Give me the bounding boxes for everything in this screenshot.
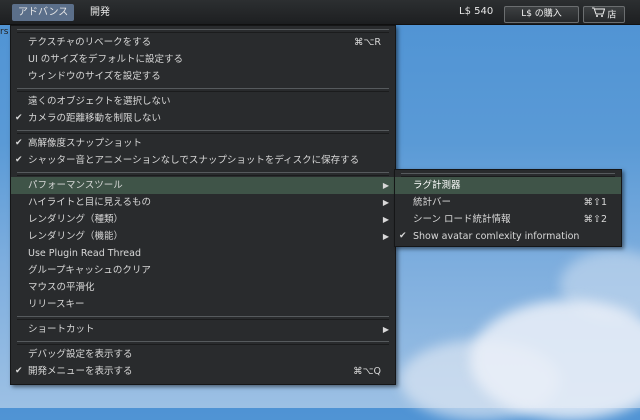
submenu-item-statistics-bar[interactable]: 統計バー ⌘⇧1 (395, 194, 621, 211)
shop-label: 店 (607, 10, 617, 21)
menu-item-quiet-snapshot[interactable]: ✔ シャッター音とアニメーションなしでスナップショットをディスクに保存する (11, 152, 395, 169)
menu-item-no-select-far[interactable]: 遠くのオブジェクトを選択しない (11, 93, 395, 110)
menu-separator (17, 29, 389, 33)
menu-item-window-size[interactable]: ウィンドウのサイズを設定する (11, 68, 395, 85)
menu-item-shortcuts[interactable]: ショートカット ▶ (11, 321, 395, 338)
menu-item-label: ショートカット (28, 324, 95, 335)
background-text-fragment: rs (0, 27, 9, 37)
menu-item-label: パフォーマンスツール (28, 180, 123, 191)
menu-item-hires-snapshot[interactable]: ✔ 高解像度スナップショット (11, 135, 395, 152)
menu-separator (17, 341, 389, 345)
advanced-menu: テクスチャのリベークをする ⌘⌥R UI のサイズをデフォルトに設定する ウィン… (10, 25, 396, 385)
menu-item-label: 統計バー (413, 197, 452, 208)
menu-item-ui-size-default[interactable]: UI のサイズをデフォルトに設定する (11, 51, 395, 68)
menu-item-show-debug-settings[interactable]: デバッグ設定を表示する (11, 346, 395, 363)
submenu-item-scene-load-stats[interactable]: シーン ロード統計情報 ⌘⇧2 (395, 211, 621, 228)
menu-item-label: 開発メニューを表示する (28, 366, 133, 377)
menu-item-release-keys[interactable]: リリースキー (11, 296, 395, 313)
menu-item-label: UI のサイズをデフォルトに設定する (28, 54, 183, 65)
menu-item-label: Show avatar comlexity information (413, 231, 580, 242)
menu-item-rendering-features[interactable]: レンダリング（機能） ▶ (11, 228, 395, 245)
menu-item-label: カメラの距離移動を制限しない (28, 113, 162, 124)
menu-item-label: デバッグ設定を表示する (28, 349, 133, 360)
menu-item-label: ウィンドウのサイズを設定する (28, 71, 161, 82)
menu-item-label: レンダリング（機能） (28, 231, 124, 242)
shopping-cart-icon (591, 7, 605, 23)
menu-item-clear-group-cache[interactable]: グループキャッシュのクリア (11, 262, 395, 279)
menu-item-label: マウスの平滑化 (28, 282, 95, 293)
menu-item-camera-unlimited[interactable]: ✔ カメラの距離移動を制限しない (11, 110, 395, 127)
menu-separator (17, 316, 389, 320)
menu-item-label: レンダリング（種類） (28, 214, 124, 225)
menu-item-label: シャッター音とアニメーションなしでスナップショットをディスクに保存する (28, 155, 360, 166)
buy-currency-button[interactable]: L$ の購入 (504, 6, 579, 23)
menu-separator (17, 88, 389, 92)
menu-item-plugin-read-thread[interactable]: Use Plugin Read Thread (11, 245, 395, 262)
menu-separator (17, 172, 389, 176)
checkmark-icon: ✔ (399, 231, 407, 241)
submenu-arrow-icon: ▶ (382, 325, 389, 334)
menu-item-label: Use Plugin Read Thread (28, 248, 141, 259)
checkmark-icon: ✔ (15, 155, 23, 165)
checkmark-icon: ✔ (15, 366, 23, 376)
checkmark-icon: ✔ (15, 113, 23, 123)
checkmark-icon: ✔ (15, 138, 23, 148)
linden-balance: L$ 540 (459, 6, 494, 17)
menu-advanced[interactable]: アドバンス (12, 4, 75, 21)
menu-item-show-develop-menu[interactable]: ✔ 開発メニューを表示する ⌘⌥Q (11, 363, 395, 380)
menu-item-label: ラグ計測器 (413, 180, 461, 191)
submenu-arrow-icon: ▶ (382, 181, 389, 190)
performance-tools-submenu: ラグ計測器 統計バー ⌘⇧1 シーン ロード統計情報 ⌘⇧2 ✔ Show av… (394, 169, 622, 247)
menu-item-label: 高解像度スナップショット (28, 138, 143, 149)
menu-item-label: シーン ロード統計情報 (413, 214, 511, 225)
menu-item-label: リリースキー (28, 299, 85, 310)
shortcut-label: ⌘⇧2 (583, 214, 607, 225)
menu-item-highlighting[interactable]: ハイライトと目に見えるもの ▶ (11, 194, 395, 211)
menu-separator (17, 130, 389, 134)
menu-item-mouse-smoothing[interactable]: マウスの平滑化 (11, 279, 395, 296)
submenu-arrow-icon: ▶ (382, 232, 389, 241)
top-menu-bar: アドバンス 開発 L$ 540 L$ の購入 店 (0, 0, 640, 25)
shortcut-label: ⌘⇧1 (583, 197, 607, 208)
shop-button[interactable]: 店 (583, 6, 625, 23)
menu-item-label: グループキャッシュのクリア (28, 265, 151, 276)
menu-develop[interactable]: 開発 (84, 4, 116, 21)
submenu-arrow-icon: ▶ (382, 198, 389, 207)
submenu-item-avatar-complexity[interactable]: ✔ Show avatar comlexity information (395, 228, 621, 245)
buy-currency-label: L$ の購入 (521, 9, 562, 19)
shortcut-label: ⌘⌥Q (353, 366, 381, 377)
submenu-item-lag-meter[interactable]: ラグ計測器 (395, 177, 621, 194)
menu-item-rendering-types[interactable]: レンダリング（種類） ▶ (11, 211, 395, 228)
menu-item-performance-tools[interactable]: パフォーマンスツール ▶ (11, 177, 395, 194)
menu-item-label: ハイライトと目に見えるもの (28, 197, 152, 208)
menu-item-rebake-textures[interactable]: テクスチャのリベークをする ⌘⌥R (11, 34, 395, 51)
menu-item-label: 遠くのオブジェクトを選択しない (28, 96, 171, 107)
menu-item-label: テクスチャのリベークをする (28, 37, 152, 48)
submenu-arrow-icon: ▶ (382, 215, 389, 224)
shortcut-label: ⌘⌥R (353, 37, 381, 48)
